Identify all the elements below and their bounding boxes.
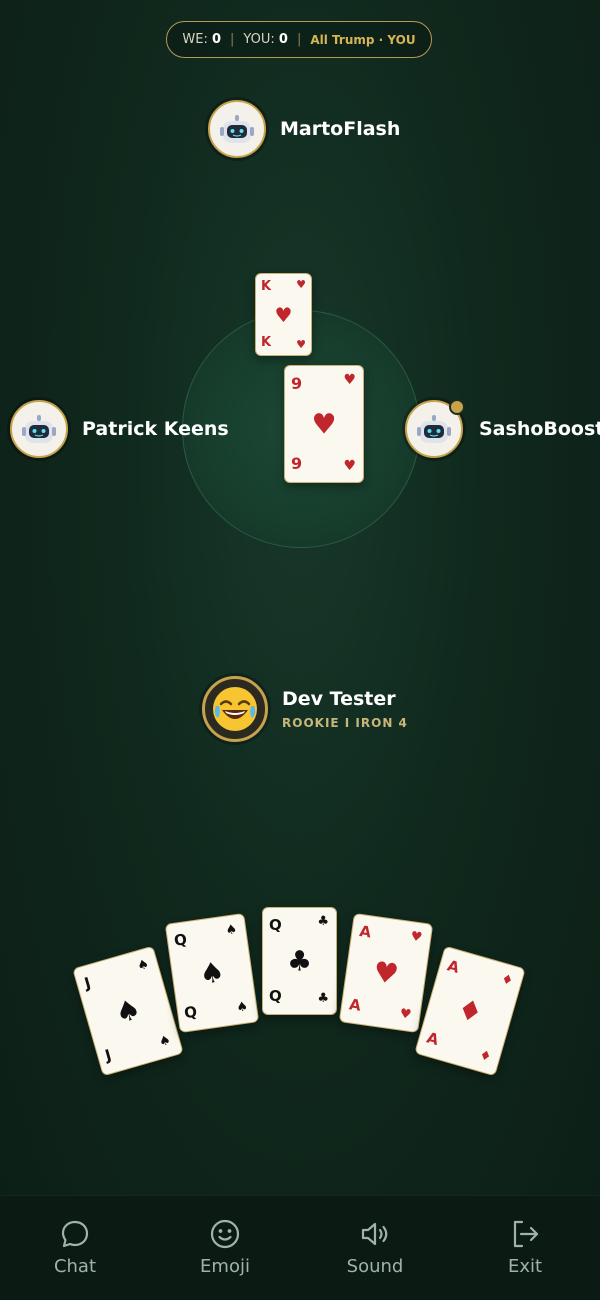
player-rank: ROOKIE I IRON 4: [282, 716, 408, 730]
player-name: Dev Tester: [282, 688, 396, 710]
turn-indicator-dot: [449, 399, 465, 415]
player-top[interactable]: MartoFlash: [208, 100, 400, 158]
hand-card-ace-hearts[interactable]: A ♥ ♥ A ♥: [338, 912, 434, 1034]
robot-icon: [405, 399, 465, 458]
player-left[interactable]: Patrick Keens: [10, 400, 229, 458]
laughing-emoji-icon: [202, 676, 268, 742]
emoji-button[interactable]: Emoji: [150, 1196, 300, 1300]
chat-bubble-icon: [61, 1220, 89, 1248]
score-bar: WE: 0 | YOU: 0 | All Trump · YOU: [166, 21, 432, 58]
speaker-icon: [361, 1222, 388, 1246]
hand-card-ace-diamonds[interactable]: A ♦ ♦ A ♦: [414, 945, 526, 1077]
sound-label: Sound: [346, 1256, 404, 1277]
player-name: Patrick Keens: [82, 418, 229, 440]
chat-button[interactable]: Chat: [0, 1196, 150, 1300]
player-right[interactable]: SashoBoost: [405, 399, 600, 458]
sound-button[interactable]: Sound: [300, 1196, 450, 1300]
bottom-nav: Chat Emoji Sound Exit: [0, 1195, 600, 1300]
smiley-icon: [210, 1219, 240, 1249]
hand-card-jack-spades[interactable]: J ♠ ♠ J ♠: [72, 945, 184, 1077]
table-card-king-hearts: K ♥ ♥ K ♥: [255, 273, 312, 356]
hand-card-queen-clubs[interactable]: Q ♣ ♣ Q ♣: [262, 907, 337, 1015]
emoji-label: Emoji: [200, 1256, 250, 1277]
chat-label: Chat: [53, 1256, 97, 1277]
player-name: MartoFlash: [280, 118, 401, 140]
separator: |: [296, 32, 302, 47]
robot-icon: [208, 100, 266, 158]
exit-icon: [513, 1220, 539, 1248]
we-score: WE: 0: [182, 32, 222, 47]
separator: |: [230, 32, 235, 47]
robot-icon: [10, 400, 68, 458]
hand-card-queen-spades[interactable]: Q ♠ ♠ Q ♠: [164, 912, 260, 1034]
table-card-nine-hearts: 9 ♥ ♥ 9 ♥: [284, 365, 364, 483]
exit-label: Exit: [507, 1256, 543, 1277]
exit-button[interactable]: Exit: [450, 1196, 600, 1300]
trump-indicator: All Trump · YOU: [310, 32, 416, 47]
you-score: YOU: 0: [243, 32, 288, 47]
player-name: SashoBoost: [479, 418, 600, 440]
player-me[interactable]: Dev Tester ROOKIE I IRON 4: [202, 676, 408, 742]
